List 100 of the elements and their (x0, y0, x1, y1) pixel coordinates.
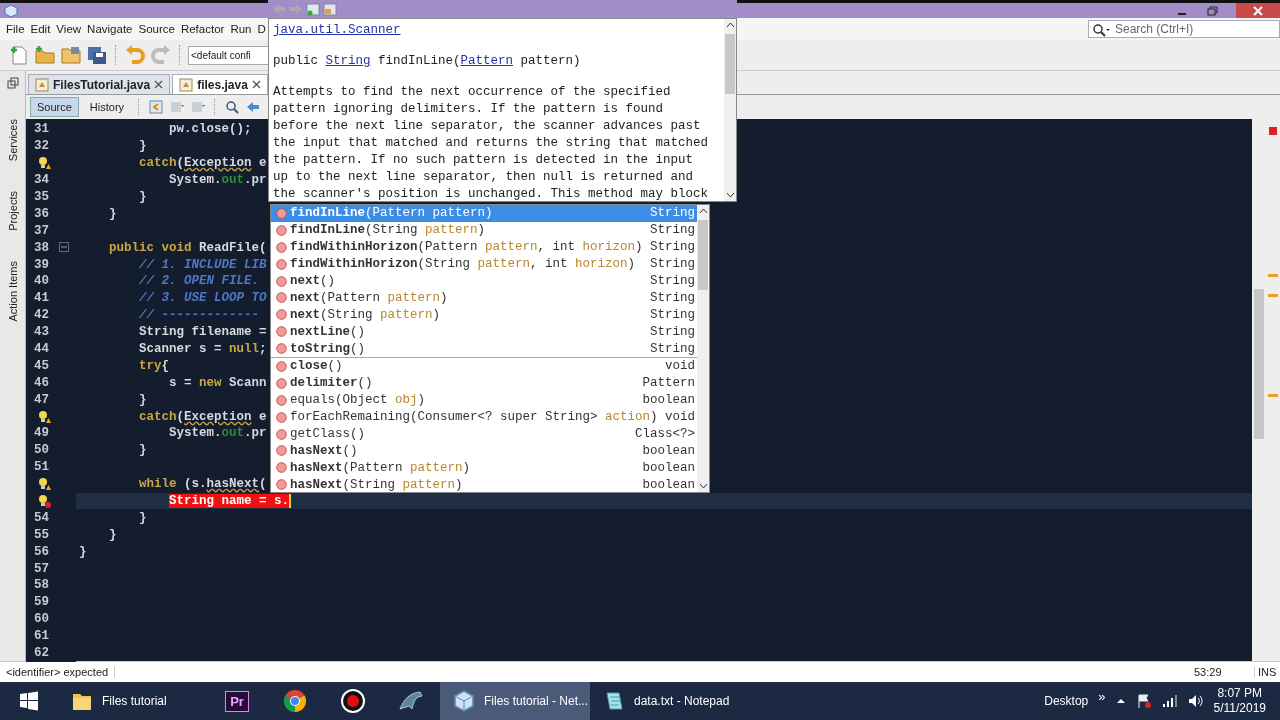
browser-icon[interactable] (306, 2, 320, 16)
code-line: pw.close(); (168, 122, 252, 137)
completion-item[interactable]: findWithinHorizon(Pattern pattern, int horizon) String (271, 238, 697, 256)
scroll-up-icon[interactable] (698, 208, 708, 214)
scroll-down-icon[interactable] (725, 192, 735, 198)
lightbulb-icon[interactable] (37, 494, 51, 509)
scroll-down-icon[interactable] (698, 483, 708, 489)
completion-item[interactable]: close() void (271, 358, 697, 375)
code-line: } (138, 443, 147, 458)
flag-icon[interactable] (1135, 693, 1152, 709)
menu-item[interactable]: Run (227, 23, 255, 35)
lightbulb-icon[interactable] (37, 409, 51, 424)
lightbulb-icon[interactable] (37, 477, 51, 492)
menu-item[interactable]: Navigate (84, 23, 136, 35)
signal-icon[interactable] (1161, 694, 1178, 708)
completion-item[interactable]: next() String (271, 272, 697, 290)
expand-toolbar[interactable]: » (1098, 688, 1106, 704)
completion-item[interactable]: delimiter() Pattern (271, 374, 697, 392)
completion-item[interactable]: findInLine(String pattern) String (271, 221, 697, 239)
line-number: 51 (34, 460, 49, 475)
warning-marker[interactable] (1268, 294, 1278, 297)
error-marker[interactable] (1269, 127, 1277, 135)
editor-tab[interactable]: FilesTutorial.java (28, 74, 171, 94)
save-icon[interactable] (86, 44, 108, 66)
taskbar-button[interactable]: Pr (208, 682, 266, 720)
code-line: } (78, 544, 87, 559)
completion-item[interactable]: getClass() Class<?> (271, 425, 697, 443)
search-icon[interactable] (1092, 23, 1110, 37)
arrow-left-icon[interactable] (245, 99, 262, 115)
method-icon (276, 241, 287, 253)
method-icon (276, 224, 287, 236)
line-number: 58 (34, 578, 49, 593)
method-icon (276, 292, 287, 304)
code-line: } (138, 510, 147, 525)
side-tab[interactable]: Services (6, 119, 19, 162)
completion-item[interactable]: hasNext(String pattern) boolean (271, 476, 697, 494)
menu-item[interactable]: File (3, 23, 28, 35)
completion-item[interactable]: next(Pattern pattern) String (271, 289, 697, 307)
menu-item[interactable]: D (254, 23, 269, 35)
warning-marker[interactable] (1268, 274, 1278, 277)
close-icon[interactable] (154, 80, 164, 89)
desktop-toolbar[interactable]: Desktop (1044, 694, 1089, 708)
menu-item[interactable]: Refactor (177, 23, 228, 35)
code-line: catch(Exception e (138, 409, 267, 424)
close-icon (1253, 5, 1263, 16)
completion-item[interactable]: nextLine() String (271, 323, 697, 341)
line-number: 60 (34, 612, 49, 627)
window-icon[interactable] (6, 77, 19, 89)
scrollbar-thumb[interactable] (698, 220, 708, 290)
completion-item[interactable]: hasNext() boolean (271, 442, 697, 460)
menu-item[interactable]: Source (135, 23, 178, 35)
taskbar-button[interactable]: Files tutorial (58, 682, 208, 720)
close-button[interactable] (1236, 3, 1280, 18)
completion-item[interactable]: next(String pattern) String (271, 306, 697, 324)
code-line: s = new Scann (168, 375, 267, 390)
source-file-icon[interactable] (323, 2, 337, 16)
scrollbar-thumb[interactable] (725, 34, 735, 94)
completion-item[interactable]: equals(Object obj) boolean (271, 391, 697, 409)
code-line: catch(Exception e (138, 156, 267, 171)
collapse-icon[interactable] (59, 242, 69, 253)
close-icon[interactable] (251, 80, 261, 89)
scrollbar-thumb[interactable] (1254, 289, 1264, 439)
completion-item[interactable]: forEachRemaining(Consumer<? super String> action) void (271, 408, 697, 426)
restore-icon[interactable] (1206, 4, 1218, 17)
history-back-icon[interactable] (148, 99, 165, 115)
new-file-icon[interactable] (8, 44, 30, 66)
caret-up-icon[interactable] (1115, 696, 1126, 706)
taskbar-button[interactable]: data.txt - Notepad (590, 682, 740, 720)
search-icon[interactable] (224, 99, 241, 115)
java-file-icon (35, 77, 49, 92)
editor-tab[interactable]: files.java (172, 74, 268, 94)
side-tab[interactable]: Action Items (6, 260, 19, 322)
method-icon (276, 343, 287, 355)
menu-item[interactable]: Edit (27, 23, 54, 35)
volume-icon[interactable] (1187, 694, 1204, 708)
side-tab[interactable]: Projects (6, 191, 19, 231)
warning-marker[interactable] (1268, 394, 1278, 397)
completion-item[interactable]: toString() String (271, 340, 697, 357)
lightbulb-icon[interactable] (37, 156, 51, 171)
cube-icon (4, 3, 18, 18)
method-icon (276, 360, 287, 372)
completion-item[interactable]: findWithinHorizon(String pattern, int horizon) String (271, 255, 697, 273)
completion-item[interactable]: hasNext(Pattern pattern) boolean (271, 459, 697, 477)
search-field[interactable]: Search (Ctrl+I) (1088, 20, 1280, 38)
open-folder-icon[interactable] (60, 44, 82, 66)
windows-icon (19, 691, 39, 711)
line-number: 42 (34, 308, 49, 323)
code-line: try{ (138, 358, 170, 373)
line-number: 50 (34, 443, 49, 458)
view-tab[interactable]: Source (30, 97, 79, 117)
code-line: System.out.pr (168, 426, 267, 441)
view-tab[interactable]: History (83, 98, 131, 116)
code-line: Scanner s = null; (138, 342, 267, 356)
clock[interactable]: 8:07 PM 5/11/2019 (1213, 686, 1266, 716)
scroll-up-icon[interactable] (725, 22, 735, 28)
line-number: 56 (34, 544, 49, 559)
class-link[interactable]: java.util.Scanner (273, 23, 401, 37)
menu-item[interactable]: View (53, 23, 85, 35)
new-project-icon[interactable] (34, 44, 56, 66)
taskbar-button[interactable]: Files tutorial - Net... (440, 682, 590, 720)
